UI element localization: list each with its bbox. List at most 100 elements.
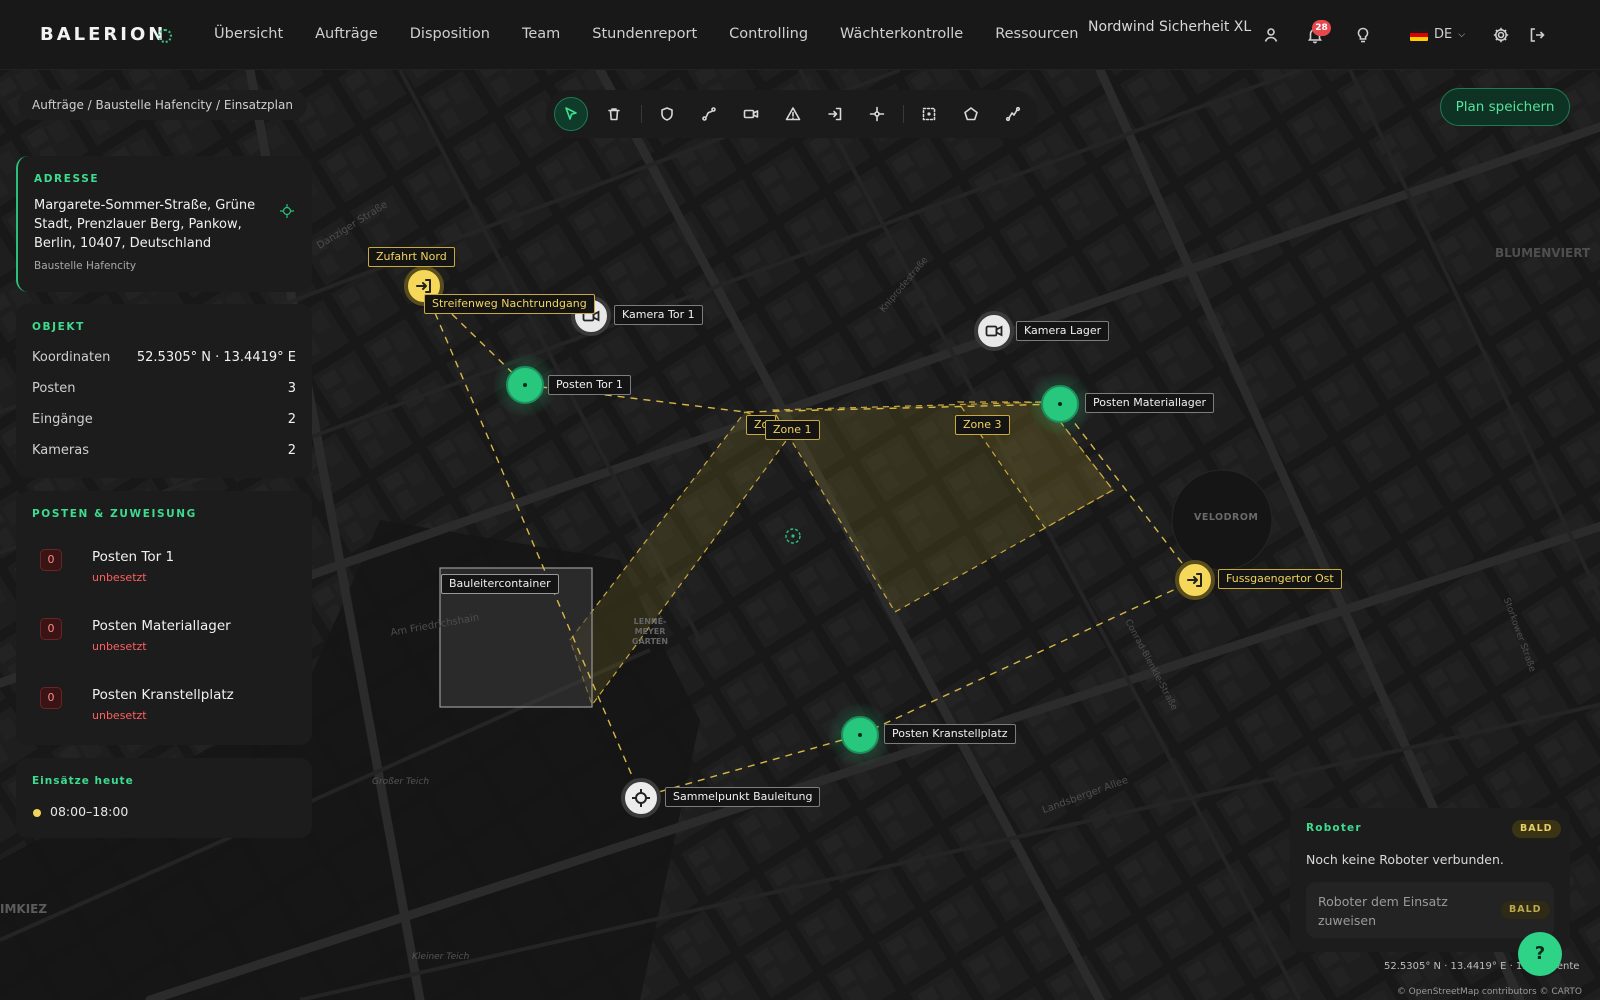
posts-title: POSTEN & ZUWEISUNG [32,508,197,520]
post-tool-button[interactable] [863,100,891,128]
map-attribution[interactable]: © OpenStreetMap contributors © CARTO [1397,987,1582,997]
help-button[interactable]: ? [1518,932,1562,976]
marker-label-kamera-lager: Kamera Lager [1016,321,1110,341]
area-select-tool-button[interactable] [915,100,943,128]
camera-tool-button[interactable] [737,100,765,128]
line-icon [1005,106,1021,122]
place-label-kiez: IMKIEZ [0,902,48,916]
flag-de-icon [1410,28,1428,41]
marker-label-fussgaengertor-ost: Fussgaengertor Ost [1218,569,1342,589]
line-tool-button[interactable] [999,100,1027,128]
object-row-label: Eingänge [32,412,93,427]
assign-robot-label: Roboter dem Einsatz zuweisen [1318,894,1448,928]
place-label-blumenviertel: BLUMENVIERT [1495,246,1591,260]
post-marker-kranstellplatz[interactable] [828,703,892,767]
gathering-point-marker[interactable] [621,778,661,818]
post-marker-materiallager[interactable] [1028,372,1092,436]
nav-item-controlling[interactable]: Controlling [729,26,808,42]
gear-icon[interactable] [1492,26,1510,44]
assign-robot-button[interactable]: Roboter dem Einsatz zuweisen BALD [1306,882,1554,938]
post-name: Posten Kranstellplatz [92,687,234,703]
nav-item-team[interactable]: Team [522,26,560,42]
post-name: Posten Materiallager [92,618,231,634]
user-icon[interactable] [1262,26,1280,44]
coming-soon-badge: BALD [1501,901,1550,919]
post-count-badge: 0 [40,618,62,640]
robot-panel: Roboter BALD Noch keine Roboter verbunde… [1290,808,1570,952]
marker-label-posten-kranstellplatz: Posten Kranstellplatz [884,724,1016,744]
delete-tool-button[interactable] [600,100,628,128]
post-count-badge: 0 [40,549,62,571]
address-panel: ADRESSE Margarete-Sommer-Straße, Grüne S… [16,156,312,292]
marker-label-sammelpunkt: Sammelpunkt Bauleitung [665,787,821,807]
address-title: ADRESSE [34,173,100,185]
zone-tool-button[interactable] [653,100,681,128]
address-subtitle: Baustelle Hafencity [34,260,137,272]
lightbulb-icon[interactable] [1354,26,1372,44]
toolbar-divider [641,105,642,123]
place-label-teich-1: Großer Teich [372,777,430,787]
brand-logo[interactable]: BALERION [40,24,166,45]
route-tool-button[interactable] [695,100,723,128]
post-row-tor-1[interactable]: 0 Posten Tor 1 unbesetzt [32,545,296,595]
save-plan-button[interactable]: Plan speichern [1440,88,1570,126]
select-tool-button[interactable] [554,97,588,131]
object-row-label: Kameras [32,443,90,458]
today-title: Einsätze heute [32,775,134,787]
marker-label-streifenweg: Streifenweg Nachtrundgang [424,294,595,314]
polygon-tool-button[interactable] [957,100,985,128]
today-missions-panel: Einsätze heute 08:00–18:00 [16,758,312,838]
post-row-materiallager[interactable]: 0 Posten Materiallager unbesetzt [32,614,296,664]
post-status: unbesetzt [92,640,147,653]
post-row-kranstellplatz[interactable]: 0 Posten Kranstellplatz unbesetzt [32,683,296,733]
post-name: Posten Tor 1 [92,549,175,565]
main-nav: Übersicht Aufträge Disposition Team Stun… [214,26,1110,42]
marker-label-posten-tor-1: Posten Tor 1 [548,375,631,395]
nav-item-ressourcen[interactable]: Ressourcen [995,26,1078,42]
marker-label-zufahrt-nord: Zufahrt Nord [368,247,455,267]
locate-icon[interactable] [280,204,294,218]
today-time[interactable]: 08:00–18:00 [50,804,128,819]
marker-label-zone-3: Zone 3 [955,415,1010,435]
post-dot-icon [1041,385,1079,423]
nav-item-disposition[interactable]: Disposition [410,26,490,42]
entry-tool-button[interactable] [821,100,849,128]
object-panel: OBJEKT Koordinaten 52.5305° N · 13.4419°… [16,304,312,478]
hazard-tool-button[interactable] [779,100,807,128]
entry-icon [416,279,431,293]
breadcrumb[interactable]: Aufträge / Baustelle Hafencity / Einsatz… [18,90,307,120]
nav-item-uebersicht[interactable]: Übersicht [214,26,283,42]
org-name[interactable]: Nordwind Sicherheit XL [1088,19,1251,35]
object-row-entrances: Eingänge 2 [32,412,296,427]
post-count-badge: 0 [40,687,62,709]
object-row-value: 3 [287,381,296,396]
language-selector[interactable]: DE ⌵ [1410,27,1465,42]
object-title: OBJEKT [32,321,85,333]
entry-marker-fussgaengertor-ost[interactable] [1175,560,1215,600]
dashed-select-icon [922,107,936,121]
robot-message: Noch keine Roboter verbunden. [1306,852,1504,867]
shield-icon [661,107,673,121]
warning-icon [785,107,801,121]
camera-icon [985,325,1003,337]
object-row-coordinates: Koordinaten 52.5305° N · 13.4419° E [32,350,296,365]
nav-item-auftraege[interactable]: Aufträge [315,26,378,42]
place-label-velodrom: VELODROM [1194,512,1259,523]
trash-icon [608,108,620,121]
cursor-icon [565,107,577,120]
object-row-value: 52.5305° N · 13.4419° E [136,350,296,365]
language-label: DE [1434,27,1453,42]
logout-icon[interactable] [1528,26,1546,44]
notification-badge: 28 [1312,20,1331,36]
polygon-icon [964,107,978,121]
marker-label-posten-materiallager: Posten Materiallager [1085,393,1215,413]
object-row-label: Koordinaten [32,350,111,365]
nav-item-stundenreport[interactable]: Stundenreport [592,26,697,42]
place-label-teich-2: Kleiner Teich [412,952,470,962]
chevron-down-icon: ⌵ [1458,29,1466,40]
nav-item-waechterkontrolle[interactable]: Wächterkontrolle [840,26,963,42]
camera-icon [743,109,759,119]
camera-marker-lager[interactable] [974,311,1014,351]
posts-panel: POSTEN & ZUWEISUNG 0 Posten Tor 1 unbese… [16,491,312,745]
brand-mark-icon [158,29,172,43]
